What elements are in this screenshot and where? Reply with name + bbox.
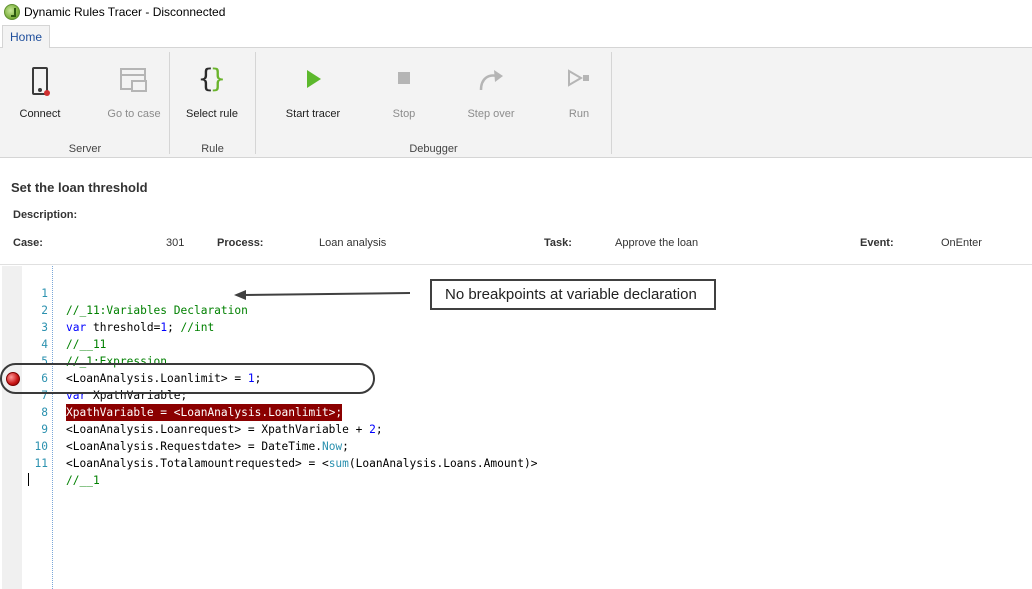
- go-to-case-button-label: Go to case: [107, 108, 161, 120]
- task-value: Approve the loan: [615, 237, 699, 249]
- run-button-label: Run: [568, 108, 590, 120]
- code-line[interactable]: 5 <LoanAnalysis.Loanlimit> = 1;: [0, 336, 800, 385]
- step-over-button-label: Step over: [467, 108, 515, 120]
- run-icon: [565, 64, 593, 98]
- group-label-rule: Rule: [201, 143, 224, 155]
- stop-button[interactable]: Stop: [384, 64, 424, 124]
- rule-title: Set the loan threshold: [11, 180, 148, 195]
- code-line[interactable]: 11 //__1: [0, 438, 800, 487]
- line-number: 11: [34, 457, 48, 470]
- stop-button-label: Stop: [392, 108, 416, 120]
- select-rule-button-label: Select rule: [186, 108, 238, 120]
- ribbon-tab-strip: Home: [0, 24, 1032, 49]
- ribbon-group-rule: {} Select rule Rule: [170, 48, 255, 158]
- process-value: Loan analysis: [319, 237, 387, 249]
- group-divider: [611, 52, 612, 154]
- title-bar: Dynamic Rules Tracer - Disconnected: [0, 0, 1032, 24]
- annotation-arrow-icon: [234, 290, 411, 300]
- divider: [0, 264, 1032, 265]
- step-over-button[interactable]: Step over: [463, 64, 519, 124]
- line-text: //__1: [66, 474, 100, 487]
- code-line[interactable]: 10 <LoanAnalysis.Totalamountrequested> =…: [0, 421, 800, 470]
- case-label: Case:: [13, 237, 43, 249]
- go-to-case-button[interactable]: Go to case: [104, 64, 164, 124]
- task-label: Task:: [544, 237, 572, 249]
- event-value: OnEnter: [941, 237, 982, 249]
- group-label-debugger: Debugger: [409, 143, 458, 155]
- annotation-callout: No breakpoints at variable declaration: [430, 279, 716, 310]
- ribbon-group-server: Connect Go to case Server: [0, 48, 170, 158]
- device-connect-icon: [30, 64, 50, 98]
- stop-icon: [394, 64, 414, 98]
- annotation-highlight-oval: [0, 363, 375, 394]
- process-label: Process:: [217, 237, 264, 249]
- description-label: Description:: [13, 209, 78, 221]
- select-rule-button[interactable]: {} Select rule: [182, 64, 242, 124]
- app-logo-icon: [4, 4, 20, 20]
- case-value: 301: [166, 237, 185, 249]
- start-tracer-button[interactable]: Start tracer: [282, 64, 344, 124]
- go-to-case-icon: [119, 64, 149, 98]
- ribbon-group-debugger: Start tracer Stop Step over Run Debugger: [256, 48, 611, 158]
- run-button[interactable]: Run: [559, 64, 599, 124]
- step-over-icon: [477, 64, 505, 98]
- code-line[interactable]: 4 //_1:Expression: [0, 319, 800, 368]
- play-icon: [303, 64, 323, 98]
- start-tracer-button-label: Start tracer: [285, 108, 341, 120]
- connect-button[interactable]: Connect: [10, 64, 70, 124]
- code-line[interactable]: 9 <LoanAnalysis.Requestdate> = DateTime.…: [0, 404, 800, 453]
- tab-home[interactable]: Home: [2, 25, 50, 49]
- curly-braces-icon: {}: [198, 64, 226, 94]
- event-label: Event:: [860, 237, 894, 249]
- line-text: <LoanAnalysis.Totalamountrequested> = <s…: [66, 457, 538, 470]
- group-label-server: Server: [68, 143, 102, 155]
- code-editor[interactable]: 1 //_11:Variables Declaration 2 var thre…: [0, 266, 1032, 589]
- window-title: Dynamic Rules Tracer - Disconnected: [24, 5, 226, 19]
- text-caret: [27, 473, 29, 486]
- ribbon: Connect Go to case Server {} Select rule…: [0, 48, 1032, 158]
- connect-button-label: Connect: [19, 108, 61, 120]
